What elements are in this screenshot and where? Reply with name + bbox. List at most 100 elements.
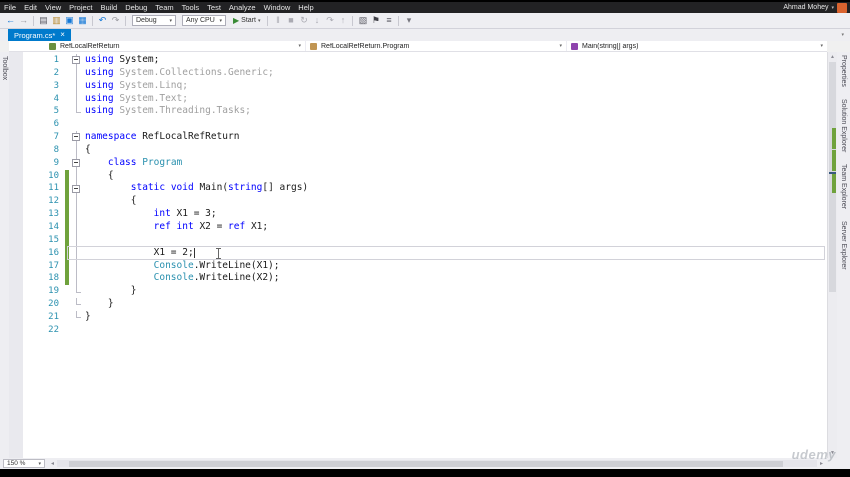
line-number[interactable]: 6 [23,118,65,131]
user-caret-icon[interactable]: ▾ [831,5,834,11]
document-tab-program-cs[interactable]: Program.cs* × [8,29,71,41]
code-line-16[interactable]: 16 X1 = 2; [9,246,827,260]
code-text[interactable]: using System.Collections.Generic; [85,67,827,80]
code-text[interactable]: } [85,298,827,311]
menu-item-edit[interactable]: Edit [20,2,41,13]
fold-collapse-icon[interactable] [69,131,85,144]
code-line-2[interactable]: 2 using System.Collections.Generic; [9,66,827,80]
code-line-18[interactable]: 18 Console.WriteLine(X2); [9,272,827,286]
breakpoint-margin[interactable] [9,157,23,170]
line-number[interactable]: 8 [23,144,65,157]
platform-dropdown[interactable]: Any CPU ▾ [182,15,226,26]
find-icon[interactable]: ▧ [356,13,369,28]
line-number[interactable]: 18 [23,272,65,285]
side-tab-properties[interactable]: Properties [840,55,847,87]
menu-item-test[interactable]: Test [203,2,225,13]
code-text[interactable]: using System; [85,54,827,67]
restart-icon[interactable]: ↻ [297,13,310,28]
breakpoint-margin[interactable] [9,195,23,208]
menu-item-build[interactable]: Build [97,2,122,13]
project-dropdown[interactable]: RefLocalRefReturn ▾ [45,41,306,51]
menu-item-file[interactable]: File [0,2,20,13]
scroll-down-icon[interactable]: ▼ [828,448,837,458]
menu-item-help[interactable]: Help [294,2,317,13]
breakpoint-margin[interactable] [9,234,23,247]
user-avatar[interactable] [837,2,847,13]
toolbar-overflow-icon[interactable]: ▾ [402,13,415,28]
stop-icon[interactable]: ■ [284,13,297,28]
open-file-icon[interactable]: ▥ [50,13,63,28]
horizontal-scrollbar-thumb[interactable] [69,460,783,467]
menu-item-window[interactable]: Window [260,2,295,13]
breakpoint-margin[interactable] [9,221,23,234]
code-text[interactable]: class Program [85,157,827,170]
breakpoint-margin[interactable] [9,285,23,298]
breakpoint-margin[interactable] [9,93,23,106]
code-text[interactable]: namespace RefLocalRefReturn [85,131,827,144]
type-dropdown[interactable]: RefLocalRefReturn.Program ▾ [306,41,567,51]
line-number[interactable]: 16 [23,247,65,260]
breakpoint-margin[interactable] [9,272,23,285]
menu-item-view[interactable]: View [41,2,65,13]
code-line-21[interactable]: 21} [9,310,827,324]
line-number[interactable]: 13 [23,208,65,221]
code-text[interactable] [85,234,827,247]
line-number[interactable]: 1 [23,54,65,67]
save-icon[interactable]: ▣ [63,13,76,28]
menu-item-team[interactable]: Team [151,2,177,13]
hscroll-left-icon[interactable]: ◂ [49,460,56,467]
side-tab-toolbox[interactable]: Toolbox [1,56,8,80]
code-text[interactable]: Console.WriteLine(X2); [85,272,827,285]
undo-icon[interactable]: ↶ [96,13,109,28]
document-list-caret-icon[interactable]: ▾ [841,32,844,38]
code-line-5[interactable]: 5 using System.Threading.Tasks; [9,105,827,118]
code-line-12[interactable]: 12 { [9,195,827,209]
line-number[interactable]: 15 [23,234,65,247]
code-text[interactable]: Console.WriteLine(X1); [85,260,827,273]
user-name[interactable]: Ahmad Mohey [783,4,828,11]
line-number[interactable]: 17 [23,260,65,273]
pause-icon[interactable]: ‖ [271,13,284,28]
breakpoint-margin[interactable] [9,208,23,221]
new-file-icon[interactable]: ▤ [37,13,50,28]
side-tab-server-explorer[interactable]: Server Explorer [840,221,847,270]
fold-collapse-icon[interactable] [69,54,85,67]
tab-close-icon[interactable]: × [60,31,65,39]
code-text[interactable]: { [85,195,827,208]
breakpoint-margin[interactable] [9,247,23,260]
code-line-15[interactable]: 15 [9,233,827,247]
debug-configuration-dropdown[interactable]: Debug ▾ [132,15,176,26]
line-number[interactable]: 20 [23,298,65,311]
code-line-10[interactable]: 10 { [9,169,827,183]
code-line-13[interactable]: 13 int X1 = 3; [9,208,827,221]
nav-forward-icon[interactable]: → [17,13,30,28]
breakpoint-margin[interactable] [9,182,23,195]
code-line-22[interactable]: 22 [9,324,827,337]
breakpoint-margin[interactable] [9,298,23,311]
line-number[interactable]: 5 [23,105,65,118]
member-dropdown[interactable]: Main(string[] args) ▾ [567,41,827,51]
save-all-icon[interactable]: ▦ [76,13,89,28]
code-editor[interactable]: 1 using System; 2 using System.Collections.… [9,52,827,458]
breakpoint-margin[interactable] [9,105,23,118]
breakpoint-margin[interactable] [9,170,23,183]
code-text[interactable]: { [85,170,827,183]
start-debugging-button[interactable]: ▶ Start ▾ [233,16,260,25]
line-number[interactable]: 11 [23,182,65,195]
step-over-icon[interactable]: ↷ [323,13,336,28]
nav-back-icon[interactable]: ← [4,13,17,28]
step-out-icon[interactable]: ↑ [336,13,349,28]
breakpoint-margin[interactable] [9,131,23,144]
menu-item-debug[interactable]: Debug [121,2,151,13]
line-number[interactable]: 4 [23,93,65,106]
fold-collapse-icon[interactable] [69,182,85,196]
code-line-1[interactable]: 1 using System; [9,54,827,67]
code-text[interactable]: X1 = 2; [85,247,827,260]
line-number[interactable]: 9 [23,157,65,170]
scroll-up-icon[interactable]: ▲ [828,52,837,62]
line-number[interactable]: 2 [23,67,65,80]
line-number[interactable]: 3 [23,80,65,93]
side-tab-solution-explorer[interactable]: Solution Explorer [840,99,847,152]
line-number[interactable]: 22 [23,324,65,337]
breakpoint-margin[interactable] [9,67,23,80]
